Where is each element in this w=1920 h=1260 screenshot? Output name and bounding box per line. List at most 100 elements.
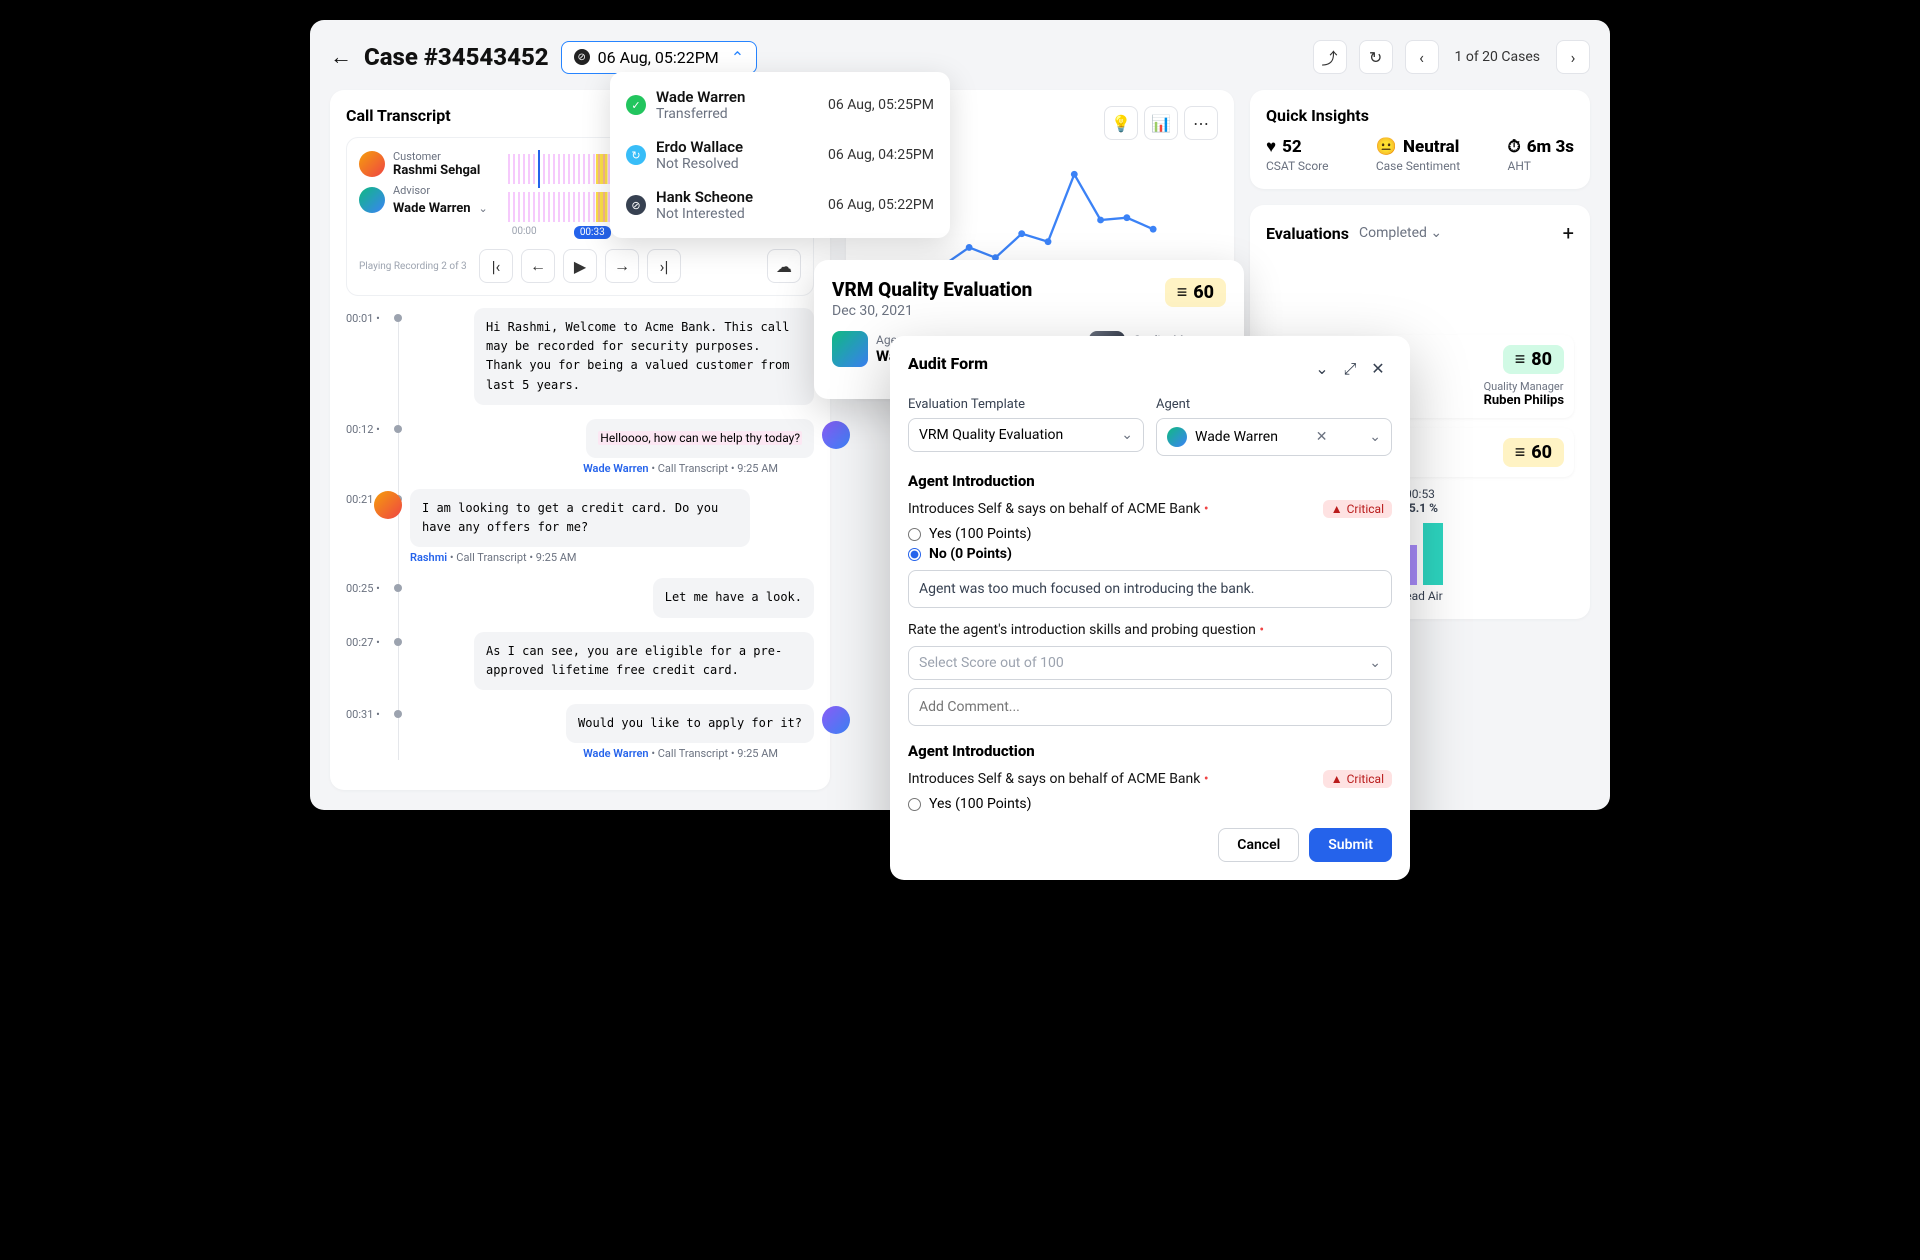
qm-name: Ruben Philips — [1484, 393, 1564, 408]
advisor-name: Wade Warren — [393, 201, 471, 216]
agent-avatar — [832, 331, 868, 367]
status-icon: ✓ — [626, 95, 646, 115]
option-no[interactable]: No (0 Points) — [908, 546, 1392, 562]
warning-icon: ▲ — [1331, 502, 1343, 516]
expand-button[interactable]: ⤢ — [1336, 355, 1364, 383]
sentiment-value: Neutral — [1403, 137, 1459, 157]
timestamp-selector[interactable]: ⊘ 06 Aug, 05:22PM ⌃ — [561, 41, 758, 74]
playhead[interactable] — [538, 150, 540, 188]
quick-insights-card: Quick Insights ♥ 52 CSAT Score 😐 Neutral C… — [1250, 90, 1590, 189]
csat-value: 52 — [1282, 137, 1302, 157]
share-button[interactable]: ⤴ — [1313, 40, 1347, 74]
agent-avatar — [1167, 427, 1187, 447]
timestamp-dropdown: ✓ Wade WarrenTransferred 06 Aug, 05:25PM… — [610, 72, 950, 238]
back-icon[interactable]: ← — [330, 44, 352, 70]
template-select[interactable]: VRM Quality Evaluation⌄ — [908, 418, 1144, 452]
case-pager: ‹ 1 of 20 Cases › — [1405, 40, 1590, 74]
advisor-avatar — [359, 187, 385, 213]
transcript-message: 00:12 •Helloooo, how can we help thy tod… — [410, 419, 814, 475]
cancel-button[interactable]: Cancel — [1218, 828, 1299, 862]
chevron-down-icon: ⌄ — [1121, 427, 1133, 443]
download-button[interactable]: ☁ — [767, 249, 801, 283]
prev-case-button[interactable]: ‹ — [1405, 40, 1439, 74]
score-icon: ≡ — [1177, 282, 1188, 303]
eval-date: Dec 30, 2021 — [832, 303, 1032, 319]
eval-title: VRM Quality Evaluation — [832, 278, 1032, 301]
warning-icon: ▲ — [1331, 772, 1343, 786]
page-title: Case #34543452 — [364, 43, 549, 71]
template-label: Evaluation Template — [908, 397, 1144, 412]
skip-start-button[interactable]: |‹ — [479, 249, 513, 283]
recording-note: Playing Recording 2 of 3 — [359, 261, 467, 272]
transcript-timeline: 00:01 •Hi Rashmi, Welcome to Acme Bank. … — [346, 308, 814, 760]
modal-title: Audit Form — [908, 354, 988, 373]
timer-icon: ⏱ — [1507, 137, 1520, 157]
submit-button[interactable]: Submit — [1309, 828, 1392, 862]
pager-label: 1 of 20 Cases — [1445, 49, 1550, 65]
customer-avatar — [359, 151, 385, 177]
eval-status-filter[interactable]: Completed ⌄ — [1359, 225, 1442, 241]
agent-label: Agent — [1156, 397, 1392, 412]
option-yes[interactable]: Yes (100 Points) — [908, 796, 1392, 812]
question-text: Rate the agent's introduction skills and… — [908, 622, 1264, 638]
insights-title: Quick Insights — [1266, 106, 1574, 125]
transcript-message: 00:31 •Would you like to apply for it?Wa… — [410, 704, 814, 760]
transcript-message: 00:27 •As I can see, you are eligible fo… — [410, 632, 814, 690]
eval-score: ≡60 — [1165, 278, 1226, 307]
mini-score: ≡60 — [1503, 438, 1564, 467]
comment-input[interactable] — [908, 688, 1392, 726]
status-icon: ↻ — [626, 145, 646, 165]
bar — [1423, 523, 1443, 585]
option-yes[interactable]: Yes (100 Points) — [908, 526, 1392, 542]
heart-icon: ♥ — [1266, 137, 1276, 157]
aht-value: 6m 3s — [1527, 137, 1574, 157]
advisor-role-label: Advisor — [393, 184, 488, 197]
clear-icon[interactable]: ✕ — [1316, 429, 1328, 445]
comment-box[interactable]: Agent was too much focused on introducin… — [908, 570, 1392, 608]
add-evaluation-button[interactable]: + — [1563, 221, 1574, 245]
forward-button[interactable]: → — [605, 249, 639, 283]
chevron-down-icon[interactable]: ⌄ — [479, 202, 488, 215]
more-button[interactable]: ⋯ — [1184, 106, 1218, 140]
critical-badge: ▲Critical — [1323, 770, 1392, 788]
status-icon: ⊘ — [626, 195, 646, 215]
customer-role-label: Customer — [393, 150, 480, 163]
chart-button[interactable]: 📊 — [1144, 106, 1178, 140]
sentiment-label: Case Sentiment — [1376, 159, 1460, 173]
dropdown-item[interactable]: ⊘ Hank ScheoneNot Interested 06 Aug, 05:… — [626, 180, 934, 230]
timeline-line — [398, 316, 399, 760]
question-text: Introduces Self & says on behalf of ACME… — [908, 771, 1209, 787]
chevron-up-icon: ⌃ — [731, 48, 744, 67]
refresh-button[interactable]: ↻ — [1359, 40, 1393, 74]
idea-button[interactable]: 💡 — [1104, 106, 1138, 140]
customer-name: Rashmi Sehgal — [393, 163, 480, 178]
timestamp-label: 06 Aug, 05:22PM — [598, 48, 719, 67]
aht-label: AHT — [1507, 159, 1530, 173]
question-text: Introduces Self & says on behalf of ACME… — [908, 501, 1209, 517]
audit-form-modal: Audit Form ⌄ ⤢ ✕ Evaluation Template VRM… — [890, 336, 1410, 880]
transcript-message: 00:21 •I am looking to get a credit card… — [410, 489, 814, 564]
agent-select[interactable]: Wade Warren ✕ ⌄ — [1156, 418, 1392, 456]
close-button[interactable]: ✕ — [1364, 355, 1392, 383]
play-button[interactable]: ▶ — [563, 249, 597, 283]
chevron-down-icon: ⌄ — [1369, 655, 1381, 671]
critical-badge: ▲Critical — [1323, 500, 1392, 518]
transcript-message: 00:01 •Hi Rashmi, Welcome to Acme Bank. … — [410, 308, 814, 405]
section-heading: Agent Introduction — [908, 742, 1392, 760]
dropdown-item[interactable]: ↻ Erdo WallaceNot Resolved 06 Aug, 04:25… — [626, 130, 934, 180]
evaluations-title: Evaluations — [1266, 224, 1349, 243]
collapse-button[interactable]: ⌄ — [1308, 355, 1336, 383]
chevron-down-icon: ⌄ — [1369, 429, 1381, 445]
next-case-button[interactable]: › — [1556, 40, 1590, 74]
csat-label: CSAT Score — [1266, 159, 1328, 173]
qm-role: Quality Manager — [1484, 380, 1564, 393]
clock-icon: ⊘ — [574, 49, 590, 65]
score-select[interactable]: Select Score out of 100⌄ — [908, 646, 1392, 680]
mini-score: ≡80 — [1503, 345, 1564, 374]
time-marker: 00:33 — [574, 226, 611, 239]
neutral-face-icon: 😐 — [1376, 137, 1397, 157]
skip-end-button[interactable]: ›| — [647, 249, 681, 283]
dropdown-item[interactable]: ✓ Wade WarrenTransferred 06 Aug, 05:25PM — [626, 80, 934, 130]
transcript-message: 00:25 •Let me have a look. — [410, 578, 814, 617]
rewind-button[interactable]: ← — [521, 249, 555, 283]
